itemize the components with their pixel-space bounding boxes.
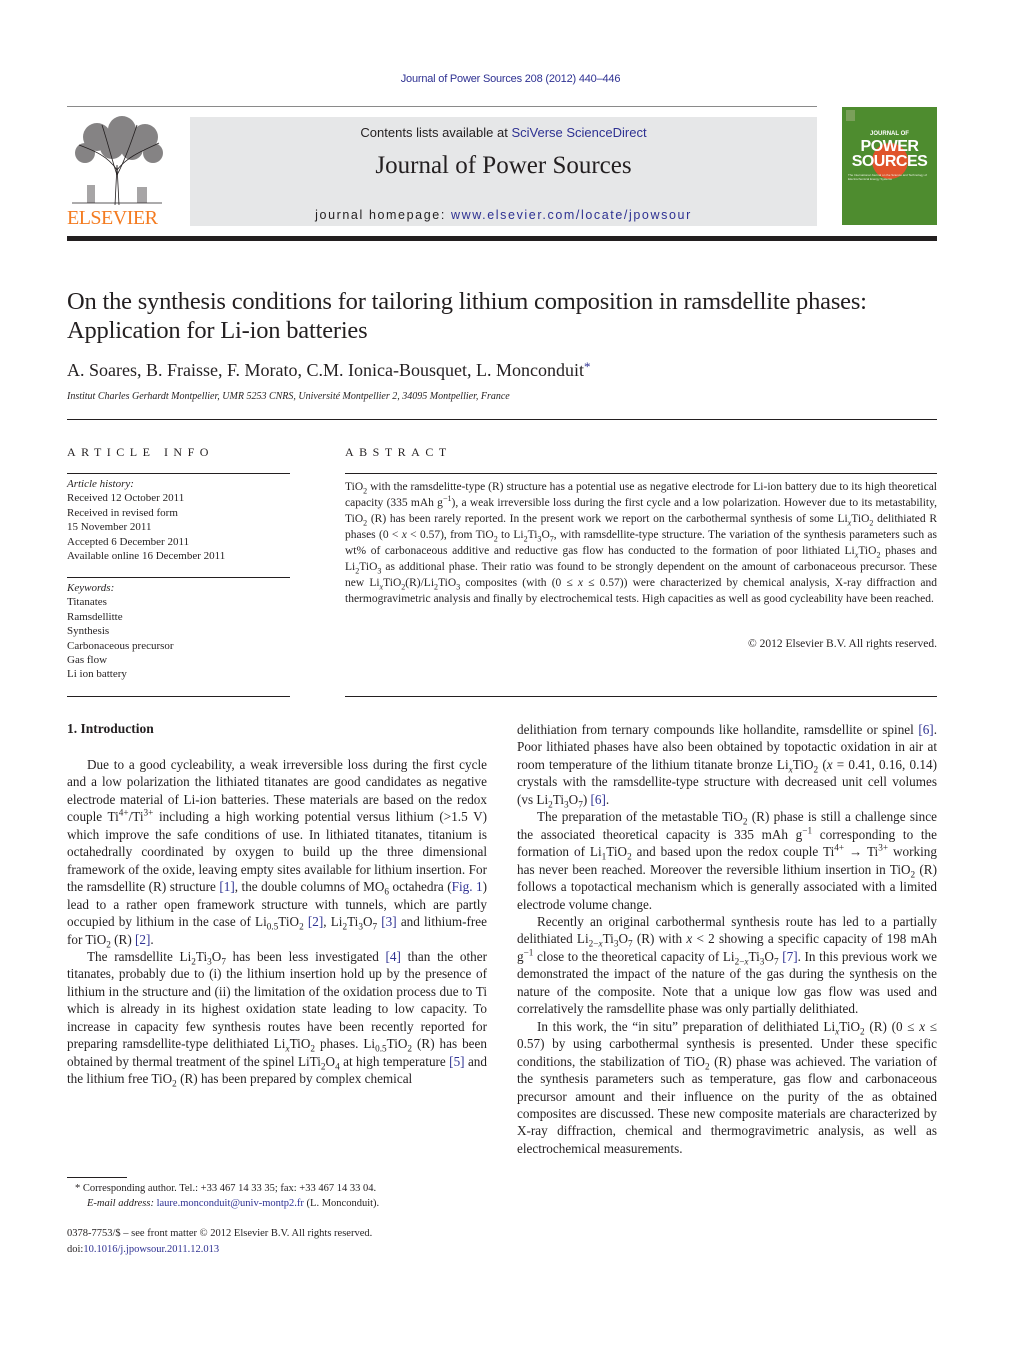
keyword-item: Gas flow bbox=[67, 654, 108, 667]
history-item: 15 November 2011 bbox=[67, 521, 152, 534]
footnote-rule bbox=[67, 1177, 127, 1178]
sciencedirect-link[interactable]: SciVerse ScienceDirect bbox=[511, 125, 646, 140]
author-list: A. Soares, B. Fraisse, F. Morato, C.M. I… bbox=[67, 359, 591, 381]
paragraph: The preparation of the metastable TiO2 (… bbox=[517, 809, 937, 912]
homepage-line: journal homepage: www.elsevier.com/locat… bbox=[190, 208, 817, 222]
keywords-heading: Keywords: bbox=[67, 582, 115, 594]
front-matter: 0378-7753/$ – see front matter © 2012 El… bbox=[67, 1226, 487, 1258]
corresponding-author-link[interactable]: * bbox=[584, 359, 591, 374]
cover-title-line3: SOURCES bbox=[851, 153, 928, 170]
paragraph: Due to a good cycleability, a weak irrev… bbox=[67, 757, 487, 950]
footnote-email: E-mail address: laure.monconduit@univ-mo… bbox=[87, 1197, 380, 1209]
reference-link[interactable]: [3] bbox=[381, 914, 396, 929]
keyword-item: Li ion battery bbox=[67, 668, 127, 681]
reference-link[interactable]: [2] bbox=[308, 914, 323, 929]
authors-text: A. Soares, B. Fraisse, F. Morato, C.M. I… bbox=[67, 360, 585, 380]
keyword-item: Synthesis bbox=[67, 625, 110, 638]
history-item: Available online 16 December 2011 bbox=[67, 550, 226, 563]
article-history: Article history: Received 12 October 201… bbox=[67, 477, 225, 563]
contents-prefix: Contents lists available at bbox=[360, 125, 512, 140]
homepage-link[interactable]: www.elsevier.com/locate/jpowsour bbox=[451, 208, 692, 222]
history-item: Accepted 6 December 2011 bbox=[67, 535, 190, 548]
keywords-rule bbox=[67, 577, 290, 578]
body-column-right: delithiation from ternary compounds like… bbox=[517, 721, 937, 1157]
keyword-item: Ramsdellitte bbox=[67, 610, 123, 623]
keywords: Keywords: Titanates Ramsdellitte Synthes… bbox=[67, 581, 174, 682]
title-divider bbox=[67, 419, 937, 420]
reference-link[interactable]: [5] bbox=[449, 1054, 464, 1069]
paragraph-continued: delithiation from ternary compounds like… bbox=[517, 722, 937, 810]
figure-link[interactable]: Fig. 1 bbox=[452, 879, 483, 894]
cover-publisher-icon bbox=[846, 110, 855, 121]
history-item: Received 12 October 2011 bbox=[67, 492, 185, 505]
email-link[interactable]: laure.monconduit@univ-montp2.fr bbox=[157, 1198, 304, 1209]
reference-link[interactable]: [4] bbox=[386, 949, 401, 964]
abstract-rule bbox=[345, 473, 937, 474]
history-heading: Article history: bbox=[67, 478, 134, 490]
affiliation: Institut Charles Gerhardt Montpellier, U… bbox=[67, 391, 510, 402]
masthead-divider bbox=[67, 236, 937, 241]
issn-line: 0378-7753/$ – see front matter © 2012 El… bbox=[67, 1228, 373, 1239]
section-heading-introduction: 1. Introduction bbox=[67, 721, 154, 736]
reference-link[interactable]: [7] bbox=[782, 949, 797, 964]
body-column-left: Due to a good cycleability, a weak irrev… bbox=[67, 756, 487, 1088]
journal-cover-image[interactable]: JOURNAL OF POWER SOURCES The Internation… bbox=[842, 107, 937, 225]
journal-citation[interactable]: Journal of Power Sources 208 (2012) 440–… bbox=[0, 73, 1021, 85]
cover-title-main: POWER SOURCES bbox=[842, 138, 937, 170]
reference-link[interactable]: [6] bbox=[591, 792, 606, 807]
doi-line: doi:10.1016/j.jpowsour.2011.12.013 bbox=[67, 1244, 220, 1255]
paragraph: The ramsdellite Li2Ti3O7 has been less i… bbox=[67, 948, 487, 1089]
homepage-prefix: journal homepage: bbox=[315, 208, 451, 222]
contents-line: Contents lists available at SciVerse Sci… bbox=[190, 125, 817, 140]
header-rule bbox=[67, 106, 817, 107]
cover-title-line2: POWER bbox=[860, 138, 919, 155]
history-item: Received in revised form bbox=[67, 506, 178, 519]
paragraph: Recently an original carbothermal synthe… bbox=[517, 913, 938, 1017]
abstract-bottom-rule bbox=[345, 696, 937, 697]
footnote-tel: * Corresponding author. Tel.: +33 467 14… bbox=[75, 1183, 377, 1194]
article-title: On the synthesis conditions for tailorin… bbox=[67, 288, 867, 344]
article-info-rule bbox=[67, 473, 290, 474]
reference-link[interactable]: [6] bbox=[918, 722, 933, 737]
article-info-label: ARTICLE INFO bbox=[67, 445, 214, 459]
elsevier-wordmark: ELSEVIER bbox=[67, 207, 158, 229]
journal-name: Journal of Power Sources bbox=[375, 152, 632, 179]
reference-link[interactable]: [1] bbox=[219, 879, 234, 894]
corresponding-author-footnote: * Corresponding author. Tel.: +33 467 14… bbox=[67, 1182, 487, 1211]
cover-title-line1: JOURNAL OF bbox=[870, 131, 909, 137]
keyword-item: Titanates bbox=[67, 596, 107, 609]
keyword-item: Carbonaceous precursor bbox=[67, 639, 174, 652]
abstract-text: TiO2 with the ramsdelitte-type (R) struc… bbox=[345, 481, 938, 605]
cover-tagline: The International Journal on the Science… bbox=[848, 173, 927, 181]
reference-link[interactable]: [2] bbox=[135, 932, 150, 947]
paragraph: In this work, the “in situ” preparation … bbox=[517, 1018, 937, 1156]
journal-masthead: Contents lists available at SciVerse Sci… bbox=[190, 117, 817, 226]
abstract-copyright: © 2012 Elsevier B.V. All rights reserved… bbox=[748, 638, 937, 650]
doi-link[interactable]: 10.1016/j.jpowsour.2011.12.013 bbox=[83, 1244, 219, 1255]
article-info-bottom-rule bbox=[67, 696, 290, 697]
abstract-label: ABSTRACT bbox=[345, 445, 452, 459]
